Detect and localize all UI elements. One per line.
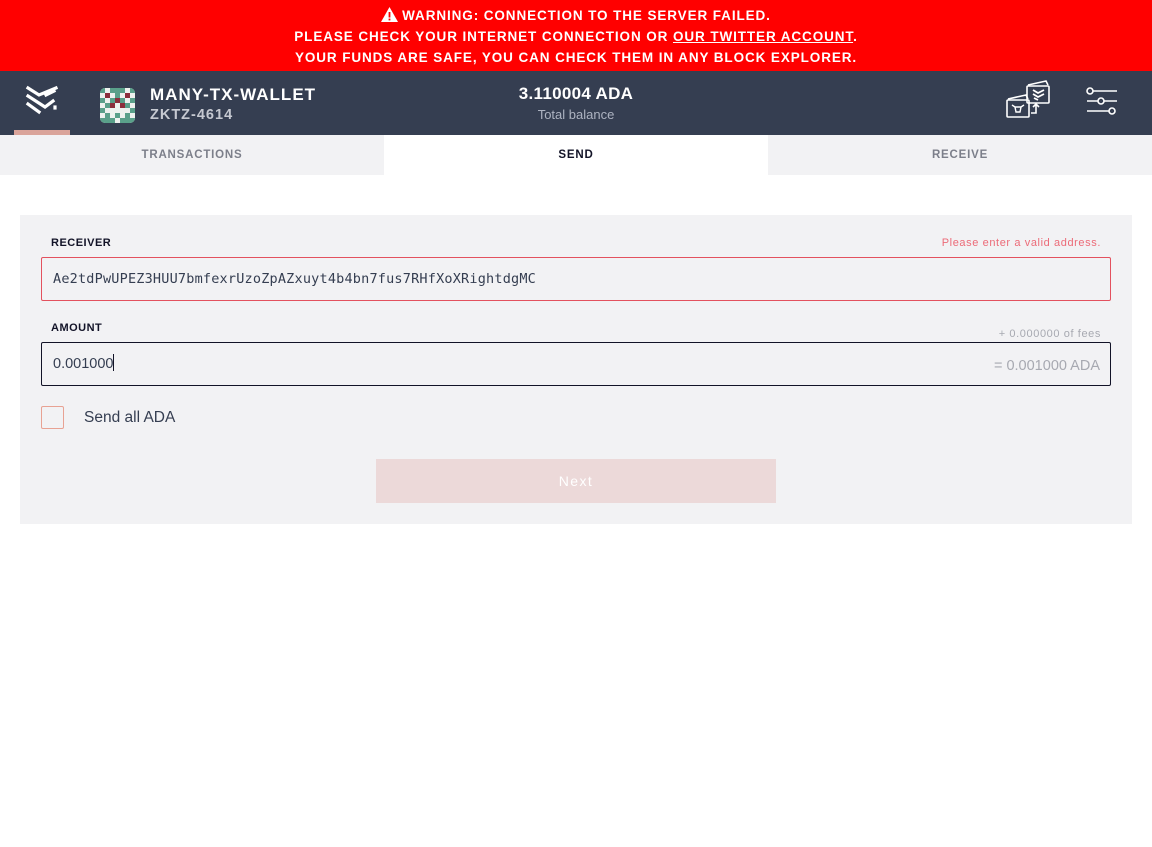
top-bar: MANY-TX-WALLET ZKTZ-4614 3.110004 ADA To… bbox=[0, 71, 1152, 135]
warning-line3-text: YOUR FUNDS ARE SAFE, YOU CAN CHECK THEM … bbox=[294, 50, 858, 65]
amount-value: 0.001000 bbox=[53, 356, 114, 372]
amount-label: AMOUNT bbox=[51, 322, 103, 334]
next-button[interactable]: Next bbox=[376, 459, 776, 503]
switch-wallet-icon bbox=[1006, 79, 1052, 127]
receiver-error: Please enter a valid address. bbox=[941, 237, 1101, 249]
warning-line2-text: PLEASE CHECK YOUR INTERNET CONNECTION OR bbox=[294, 29, 673, 44]
send-all-checkbox[interactable] bbox=[41, 406, 64, 429]
warning-line2-period: . bbox=[853, 29, 858, 44]
balance-label: Total balance bbox=[537, 107, 615, 122]
twitter-account-link[interactable]: OUR TWITTER ACCOUNT bbox=[673, 29, 853, 44]
settings-button[interactable] bbox=[1080, 81, 1124, 125]
total-balance: 3.110004 ADA Total balance bbox=[0, 83, 1152, 125]
send-all-label[interactable]: Send all ADA bbox=[84, 409, 175, 427]
receiver-value: Ae2tdPwUPEZ3HUU7bmfexrUzoZpAZxuyt4b4bn7f… bbox=[53, 271, 537, 287]
balance-amount: 3.110004 ADA bbox=[518, 84, 634, 103]
receiver-label: RECEIVER bbox=[51, 237, 112, 249]
receiver-input[interactable]: Ae2tdPwUPEZ3HUU7bmfexrUzoZpAZxuyt4b4bn7f… bbox=[41, 257, 1111, 301]
amount-input[interactable]: 0.001000 = 0.001000 ADA bbox=[41, 342, 1111, 386]
tab-transactions[interactable]: TRANSACTIONS bbox=[0, 135, 384, 175]
send-all-row[interactable]: Send all ADA bbox=[41, 406, 175, 429]
amount-total: = 0.001000 ADA bbox=[993, 358, 1100, 374]
switch-wallet-button[interactable] bbox=[1006, 79, 1052, 127]
tab-send[interactable]: SEND bbox=[384, 135, 768, 175]
wallet-tabs: TRANSACTIONS SEND RECEIVE bbox=[0, 135, 1152, 175]
text-caret bbox=[113, 354, 115, 371]
warning-triangle-icon bbox=[381, 7, 399, 28]
warning-title: WARNING: CONNECTION TO THE SERVER FAILED… bbox=[402, 8, 771, 23]
send-form: RECEIVER Please enter a valid address. A… bbox=[20, 215, 1132, 524]
settings-sliders-icon bbox=[1086, 86, 1118, 120]
connection-warning-banner: WARNING: CONNECTION TO THE SERVER FAILED… bbox=[0, 0, 1152, 71]
fees-hint: + 0.000000 of fees bbox=[998, 328, 1101, 340]
tab-receive[interactable]: RECEIVE bbox=[768, 135, 1152, 175]
active-indicator bbox=[14, 130, 70, 135]
